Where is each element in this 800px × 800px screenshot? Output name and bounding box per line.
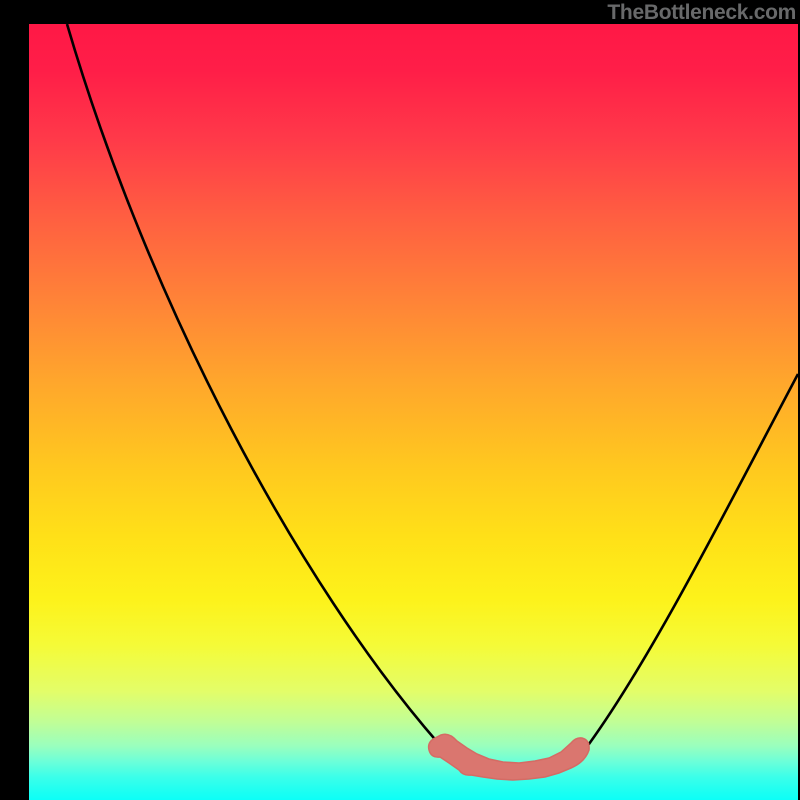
chart-frame [29,24,798,800]
sweet-spot-marker [429,734,590,780]
v-curve-line [67,24,798,776]
curve-plot [29,24,798,800]
attribution-label: TheBottleneck.com [607,1,796,25]
